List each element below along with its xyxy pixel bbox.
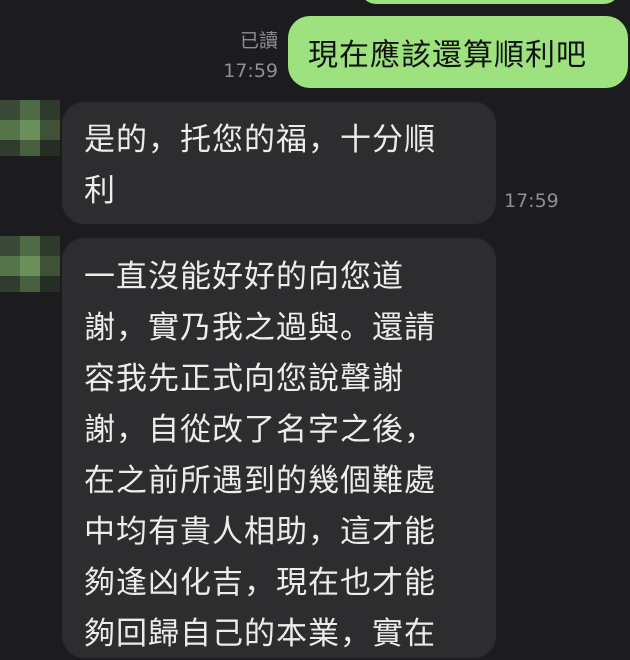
- read-receipt-label: 已讀: [239, 30, 278, 52]
- message-line: 中均有貴人相助，這才能: [84, 514, 436, 550]
- contact-avatar[interactable]: [0, 100, 60, 156]
- message-line: 在之前所遇到的幾個難處: [84, 463, 436, 499]
- previous-sent-bubble-edge: [360, 0, 620, 4]
- received-timestamp: 17:59: [504, 190, 559, 212]
- sent-message-meta: 已讀 17:59: [214, 26, 278, 86]
- sent-message-bubble[interactable]: 現在應該還算順利吧: [288, 16, 628, 88]
- message-line: 謝，實乃我之過與。還請: [84, 310, 436, 346]
- sent-timestamp: 17:59: [223, 60, 278, 82]
- message-line: 利: [84, 173, 116, 209]
- message-line: 謝，自從改了名字之後，: [84, 412, 436, 448]
- message-line: 夠回歸自己的本業，實在: [84, 616, 436, 652]
- message-line: 容我先正式向您說聲謝: [84, 361, 404, 397]
- received-message-bubble[interactable]: 是的，托您的福，十分順 利: [62, 102, 496, 224]
- message-line: 是的，托您的福，十分順: [84, 122, 436, 158]
- received-message-bubble[interactable]: 一直沒能好好的向您道 謝，實乃我之過與。還請 容我先正式向您說聲謝 謝，自從改了…: [62, 238, 496, 658]
- message-line: 一直沒能好好的向您道: [84, 259, 404, 295]
- message-line: 夠逢凶化吉，現在也才能: [84, 565, 436, 601]
- contact-avatar[interactable]: [0, 236, 60, 292]
- sent-message-text: 現在應該還算順利吧: [308, 38, 587, 73]
